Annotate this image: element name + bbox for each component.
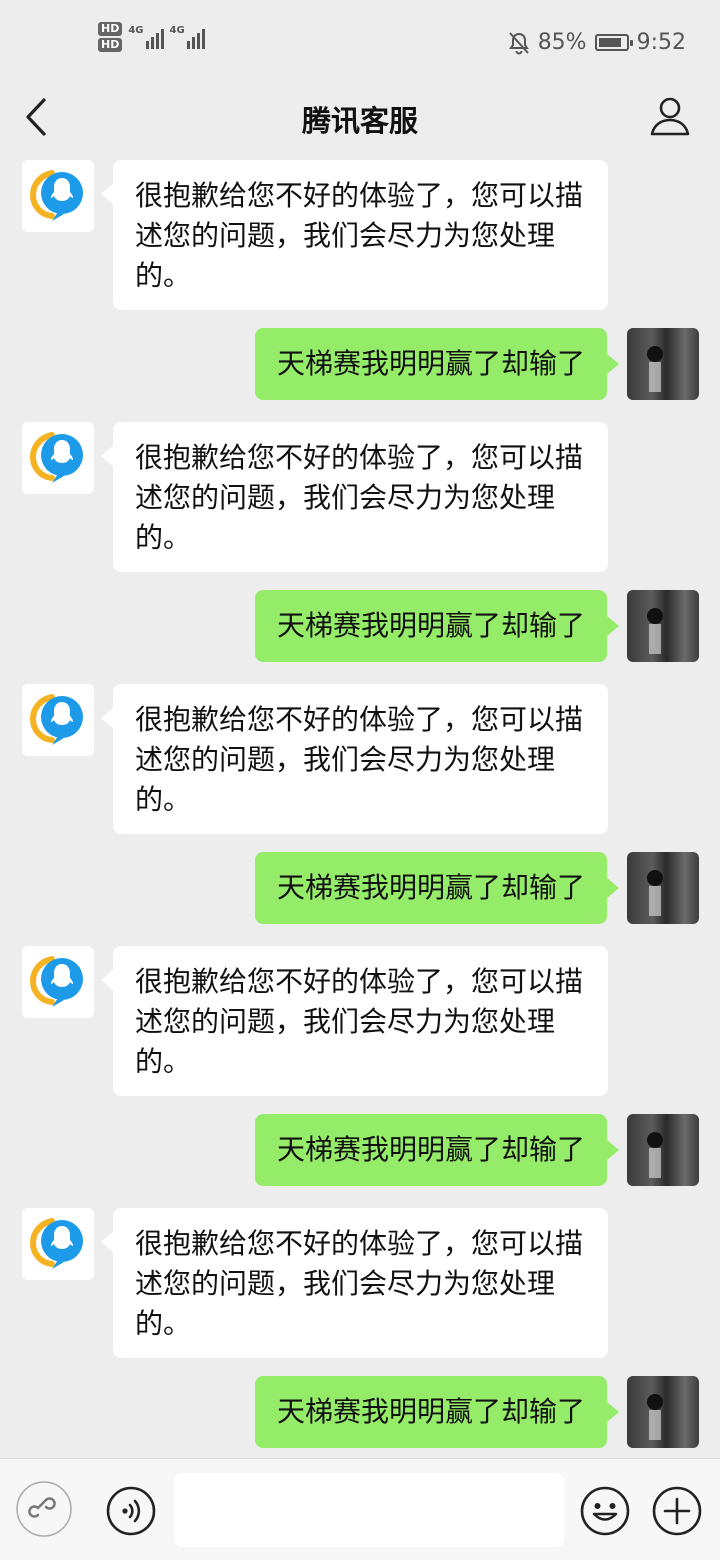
status-bar: HD HD 4G 4G 85% 9:52 xyxy=(0,0,720,78)
received-message: 很抱歉给您不好的体验了，您可以描述您的问题，我们会尽力为您处理的。 xyxy=(0,1208,720,1358)
message-bubble[interactable]: 天梯赛我明明赢了却输了 xyxy=(254,1114,620,1186)
user-avatar[interactable] xyxy=(627,1114,699,1186)
message-bubble[interactable]: 天梯赛我明明赢了却输了 xyxy=(254,328,620,400)
service-avatar[interactable] xyxy=(22,946,94,1018)
add-more-icon[interactable] xyxy=(651,1485,703,1537)
user-avatar[interactable] xyxy=(627,590,699,662)
battery-percent: 85% xyxy=(537,30,587,55)
sent-message: 天梯赛我明明赢了却输了 xyxy=(0,328,720,400)
hd-badge-1: HD xyxy=(98,22,123,36)
service-avatar[interactable] xyxy=(22,1208,94,1280)
received-message: 很抱歉给您不好的体验了，您可以描述您的问题，我们会尽力为您处理的。 xyxy=(0,160,720,310)
message-bubble[interactable]: 天梯赛我明明赢了却输了 xyxy=(254,852,620,924)
nav-bar: 腾讯客服 xyxy=(0,78,720,156)
received-message: 很抱歉给您不好的体验了，您可以描述您的问题，我们会尽力为您处理的。 xyxy=(0,684,720,834)
mini-program-icon[interactable] xyxy=(16,1481,72,1537)
sent-message: 天梯赛我明明赢了却输了 xyxy=(0,1114,720,1186)
profile-icon[interactable] xyxy=(648,94,692,138)
user-avatar[interactable] xyxy=(627,328,699,400)
service-avatar[interactable] xyxy=(22,160,94,232)
user-avatar[interactable] xyxy=(627,1376,699,1448)
signal-icon-sim1: 4G xyxy=(128,25,164,49)
user-avatar[interactable] xyxy=(627,852,699,924)
network-indicators: HD HD 4G 4G xyxy=(98,22,205,52)
service-avatar[interactable] xyxy=(22,684,94,756)
message-bubble[interactable]: 很抱歉给您不好的体验了，您可以描述您的问题，我们会尽力为您处理的。 xyxy=(101,160,608,310)
sent-message: 天梯赛我明明赢了却输了 xyxy=(0,852,720,924)
chat-area[interactable]: 很抱歉给您不好的体验了，您可以描述您的问题，我们会尽力为您处理的。 天梯赛我明明… xyxy=(0,156,720,1456)
hd-badge-2: HD xyxy=(98,38,123,52)
emoji-icon[interactable] xyxy=(579,1485,631,1537)
sent-message: 天梯赛我明明赢了却输了 xyxy=(0,1376,720,1448)
network-type-2: 4G xyxy=(169,25,185,36)
message-bubble[interactable]: 很抱歉给您不好的体验了，您可以描述您的问题，我们会尽力为您处理的。 xyxy=(101,946,608,1096)
message-bubble[interactable]: 天梯赛我明明赢了却输了 xyxy=(254,590,620,662)
status-right: 85% 9:52 xyxy=(508,30,686,55)
bell-muted-icon xyxy=(508,31,529,54)
service-avatar[interactable] xyxy=(22,422,94,494)
clock: 9:52 xyxy=(636,30,686,55)
message-input[interactable] xyxy=(174,1473,564,1547)
message-bubble[interactable]: 很抱歉给您不好的体验了，您可以描述您的问题，我们会尽力为您处理的。 xyxy=(101,422,608,572)
battery-icon xyxy=(594,34,633,51)
message-bubble[interactable]: 很抱歉给您不好的体验了，您可以描述您的问题，我们会尽力为您处理的。 xyxy=(101,684,608,834)
sent-message: 天梯赛我明明赢了却输了 xyxy=(0,590,720,662)
message-bubble[interactable]: 天梯赛我明明赢了却输了 xyxy=(254,1376,620,1448)
input-bar xyxy=(0,1458,720,1560)
voice-input-icon[interactable] xyxy=(105,1485,157,1537)
message-bubble[interactable]: 很抱歉给您不好的体验了，您可以描述您的问题，我们会尽力为您处理的。 xyxy=(101,1208,608,1358)
received-message: 很抱歉给您不好的体验了，您可以描述您的问题，我们会尽力为您处理的。 xyxy=(0,946,720,1096)
received-message: 很抱歉给您不好的体验了，您可以描述您的问题，我们会尽力为您处理的。 xyxy=(0,422,720,572)
signal-icon-sim2: 4G xyxy=(170,25,205,49)
network-type-1: 4G xyxy=(128,25,144,36)
page-title: 腾讯客服 xyxy=(301,104,418,138)
